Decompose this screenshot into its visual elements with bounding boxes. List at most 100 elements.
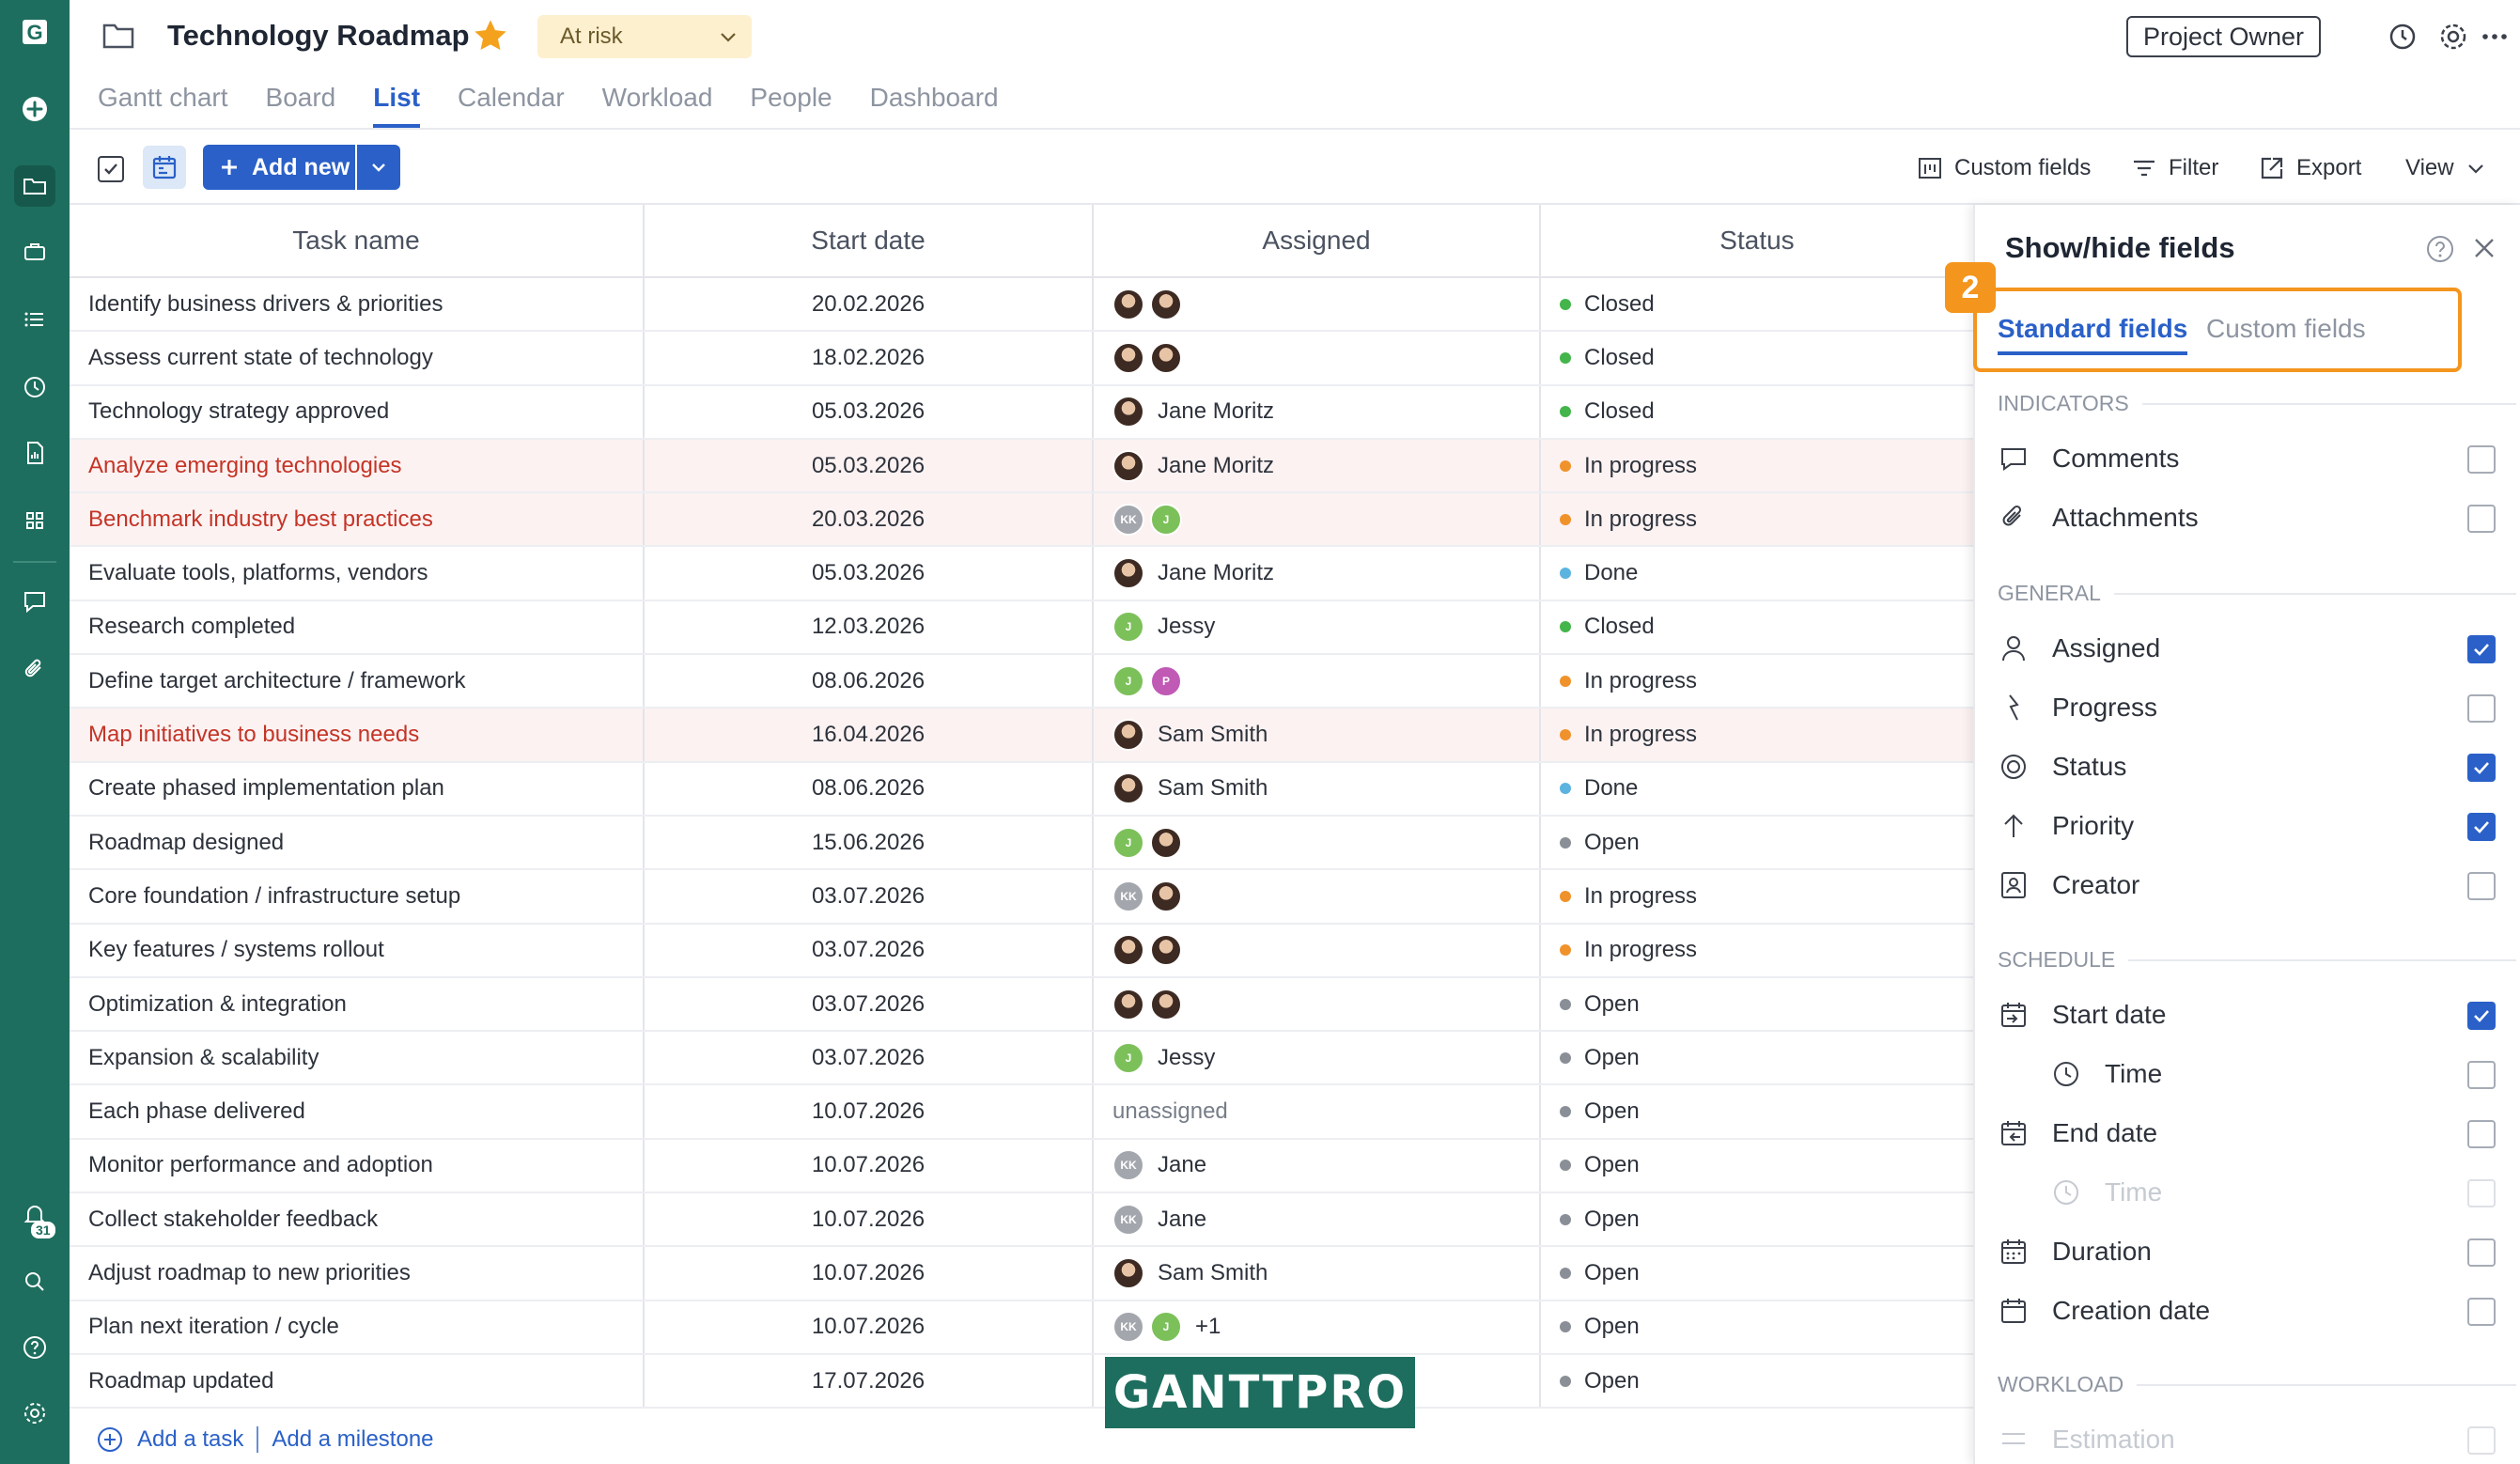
filter-button[interactable]: Filter xyxy=(2131,152,2218,184)
field-estimation[interactable]: Estimation xyxy=(1998,1417,2496,1462)
task-name-cell[interactable]: Create phased implementation plan xyxy=(70,762,645,815)
end-date-checkbox[interactable] xyxy=(2467,1120,2496,1148)
start-date-cell[interactable]: 17.07.2026 xyxy=(645,1354,1094,1408)
status-cell[interactable]: Closed xyxy=(1541,278,1973,330)
help-icon[interactable] xyxy=(2424,233,2456,270)
start-date-cell[interactable]: 20.03.2026 xyxy=(645,493,1094,546)
status-cell[interactable]: Closed xyxy=(1541,386,1973,438)
start-date-cell[interactable]: 05.03.2026 xyxy=(645,547,1094,600)
projects-folder-icon[interactable] xyxy=(14,165,55,207)
help-icon[interactable] xyxy=(14,1327,55,1368)
assigned-cell[interactable]: KK J +1 xyxy=(1094,1300,1541,1353)
task-name-cell[interactable]: Define target architecture / framework xyxy=(70,655,645,708)
settings-gear-icon[interactable] xyxy=(14,1393,55,1434)
tab-dashboard[interactable]: Dashboard xyxy=(870,83,999,128)
custom-fields-button[interactable]: Custom fields xyxy=(1917,152,2091,184)
task-name-cell[interactable]: Key features / systems rollout xyxy=(70,924,645,976)
start-date-cell[interactable]: 10.07.2026 xyxy=(645,1300,1094,1353)
status-cell[interactable]: Done xyxy=(1541,763,1973,815)
status-cell[interactable]: Open xyxy=(1541,1140,1973,1191)
estimation-checkbox[interactable] xyxy=(2467,1426,2496,1455)
table-row[interactable]: Define target architecture / framework 08… xyxy=(70,655,1975,709)
status-cell[interactable]: In progress xyxy=(1541,493,1973,545)
table-row[interactable]: Core foundation / infrastructure setup 03… xyxy=(70,870,1975,925)
task-name-cell[interactable]: Plan next iteration / cycle xyxy=(70,1300,645,1353)
table-row[interactable]: Monitor performance and adoption 10.07.20… xyxy=(70,1139,1975,1194)
assigned-cell[interactable]: J xyxy=(1094,816,1541,869)
start-time-checkbox[interactable] xyxy=(2467,1061,2496,1089)
progress-checkbox[interactable] xyxy=(2467,694,2496,723)
field-progress[interactable]: Progress xyxy=(1998,685,2496,730)
assigned-cell[interactable]: KK J xyxy=(1094,493,1541,546)
table-row[interactable]: Research completed 12.03.2026 J Jessy Closed xyxy=(70,600,1975,656)
assigned-cell[interactable] xyxy=(1094,977,1541,1031)
table-row[interactable]: Expansion & scalability 03.07.2026 J Jessy O… xyxy=(70,1032,1975,1086)
tab-board[interactable]: Board xyxy=(266,83,336,128)
start-date-cell[interactable]: 15.06.2026 xyxy=(645,816,1094,869)
start-date-cell[interactable]: 10.07.2026 xyxy=(645,1085,1094,1138)
column-header-assigned[interactable]: Assigned xyxy=(1094,205,1541,276)
start-date-cell[interactable]: 03.07.2026 xyxy=(645,924,1094,976)
status-cell[interactable]: In progress xyxy=(1541,655,1973,707)
creator-checkbox[interactable] xyxy=(2467,872,2496,900)
table-row[interactable]: Assess current state of technology 18.02.… xyxy=(70,332,1975,386)
creation-date-checkbox[interactable] xyxy=(2467,1298,2496,1326)
assigned-cell[interactable]: Jane Moritz xyxy=(1094,385,1541,438)
chat-icon[interactable] xyxy=(14,581,55,622)
time-log-icon[interactable] xyxy=(14,366,55,408)
task-name-cell[interactable]: Technology strategy approved xyxy=(70,385,645,438)
export-button[interactable]: Export xyxy=(2259,152,2361,184)
column-header-status[interactable]: Status xyxy=(1541,205,1973,276)
task-name-cell[interactable]: Roadmap updated xyxy=(70,1354,645,1408)
duration-checkbox[interactable] xyxy=(2467,1238,2496,1267)
add-new-dropdown-button[interactable] xyxy=(357,145,400,190)
attachments-paperclip-icon[interactable] xyxy=(14,648,55,690)
start-date-cell[interactable]: 20.02.2026 xyxy=(645,278,1094,331)
table-row[interactable]: Optimization & integration 03.07.2026 Open xyxy=(70,977,1975,1033)
field-creation-date[interactable]: Creation date xyxy=(1998,1288,2496,1333)
search-icon[interactable] xyxy=(14,1261,55,1302)
start-date-cell[interactable]: 08.06.2026 xyxy=(645,762,1094,815)
status-cell[interactable]: In progress xyxy=(1541,709,1973,760)
tab-list[interactable]: List xyxy=(373,83,421,128)
field-duration[interactable]: Duration xyxy=(1998,1229,2496,1274)
status-cell[interactable]: In progress xyxy=(1541,925,1973,976)
assigned-cell[interactable]: J Jessy xyxy=(1094,600,1541,654)
field-start-time[interactable]: Time xyxy=(2050,1051,2496,1097)
table-row[interactable]: Technology strategy approved 05.03.2026 Ja… xyxy=(70,385,1975,440)
start-date-cell[interactable]: 10.07.2026 xyxy=(645,1193,1094,1246)
project-status-dropdown[interactable]: At risk xyxy=(537,15,752,58)
settings-gear-icon[interactable] xyxy=(2437,21,2469,53)
close-icon[interactable] xyxy=(2471,235,2497,266)
start-date-cell[interactable]: 10.07.2026 xyxy=(645,1139,1094,1192)
start-date-checkbox[interactable] xyxy=(2467,1002,2496,1030)
task-name-cell[interactable]: Expansion & scalability xyxy=(70,1032,645,1084)
assigned-cell[interactable]: Jane Moritz xyxy=(1094,439,1541,492)
project-role-button[interactable]: Project Owner xyxy=(2125,16,2321,57)
priority-checkbox[interactable] xyxy=(2467,813,2496,841)
field-creator[interactable]: Creator xyxy=(1998,863,2496,908)
table-row[interactable]: Map initiatives to business needs 16.04.2… xyxy=(70,709,1975,763)
table-row[interactable]: Roadmap updated 17.07.2026 Open xyxy=(70,1354,1975,1409)
assigned-cell[interactable]: JP xyxy=(1094,655,1541,708)
calendar-toggle-icon[interactable] xyxy=(143,146,186,189)
assigned-cell[interactable]: Jane Moritz xyxy=(1094,547,1541,600)
start-date-cell[interactable]: 10.07.2026 xyxy=(645,1247,1094,1300)
start-date-cell[interactable]: 03.07.2026 xyxy=(645,1032,1094,1084)
assigned-cell[interactable]: unassigned xyxy=(1094,1085,1541,1138)
history-icon[interactable] xyxy=(2387,21,2419,53)
tab-gantt-chart[interactable]: Gantt chart xyxy=(98,83,228,128)
field-comments[interactable]: Comments xyxy=(1998,436,2496,481)
project-title[interactable]: Technology Roadmap xyxy=(167,19,470,53)
status-cell[interactable]: Closed xyxy=(1541,601,1973,653)
task-name-cell[interactable]: Identify business drivers & priorities xyxy=(70,278,645,331)
status-cell[interactable]: Open xyxy=(1541,1247,1973,1299)
tab-people[interactable]: People xyxy=(750,83,832,128)
field-end-date[interactable]: End date xyxy=(1998,1111,2496,1156)
assigned-cell[interactable]: Sam Smith xyxy=(1094,762,1541,815)
start-date-cell[interactable]: 05.03.2026 xyxy=(645,439,1094,492)
status-checkbox[interactable] xyxy=(2467,754,2496,782)
status-cell[interactable]: Open xyxy=(1541,817,1973,868)
add-task-link[interactable]: Add a task xyxy=(137,1426,243,1453)
assigned-cell[interactable] xyxy=(1094,332,1541,384)
